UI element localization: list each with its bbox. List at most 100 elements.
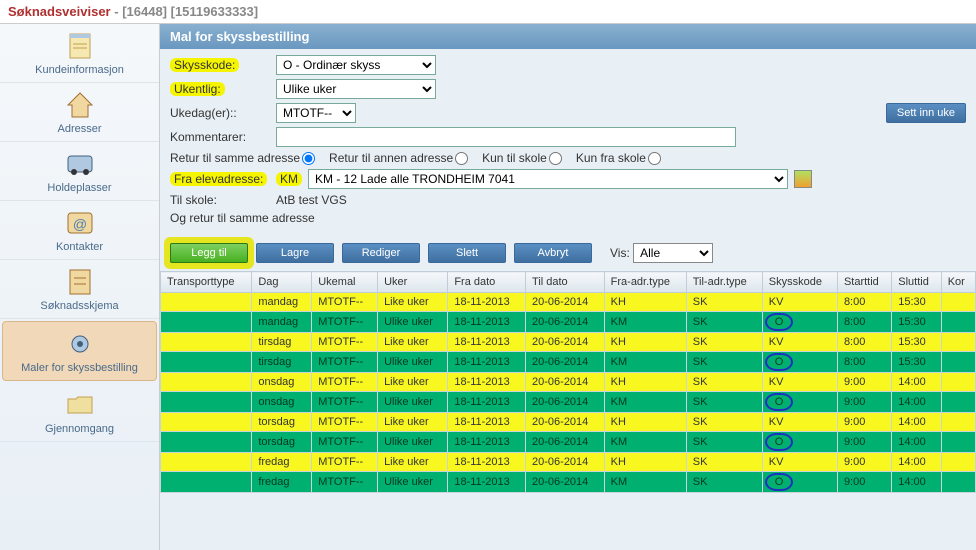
table-cell: torsdag: [252, 432, 312, 453]
table-cell: 14:00: [892, 413, 941, 432]
column-header[interactable]: Starttid: [837, 272, 891, 293]
table-cell: 9:00: [837, 413, 891, 432]
kommentarer-input[interactable]: [276, 127, 736, 147]
column-header[interactable]: Uker: [378, 272, 448, 293]
table-row[interactable]: torsdagMTOTF--Ulike uker18-11-201320-06-…: [161, 432, 976, 453]
ukentlig-select[interactable]: Ulike uker: [276, 79, 436, 99]
column-header[interactable]: Skysskode: [762, 272, 837, 293]
column-header[interactable]: Fra dato: [448, 272, 526, 293]
table-row[interactable]: tirsdagMTOTF--Like uker18-11-201320-06-2…: [161, 333, 976, 352]
avbryt-button[interactable]: Avbryt: [514, 243, 592, 263]
section-title: Mal for skyssbestilling: [160, 24, 976, 49]
column-header[interactable]: Dag: [252, 272, 312, 293]
circle-annotation: O: [765, 433, 794, 451]
sidebar-item-kundeinformasjon[interactable]: Kundeinformasjon: [0, 24, 159, 83]
notes-icon: [64, 30, 96, 62]
table-cell: mandag: [252, 312, 312, 333]
table-cell: 9:00: [837, 472, 891, 493]
column-header[interactable]: Kor: [941, 272, 975, 293]
table-cell: 8:00: [837, 352, 891, 373]
skysskode-select[interactable]: O - Ordinær skyss: [276, 55, 436, 75]
sidebar-item-soknadsskjema[interactable]: Søknadsskjema: [0, 260, 159, 319]
table-cell: Like uker: [378, 293, 448, 312]
og-retur-text: Og retur til samme adresse: [170, 211, 315, 225]
retur-radio-group: Retur til samme adresse Retur til annen …: [170, 151, 966, 165]
table-cell: [161, 373, 252, 392]
table-cell: 18-11-2013: [448, 472, 526, 493]
table-row[interactable]: torsdagMTOTF--Like uker18-11-201320-06-2…: [161, 413, 976, 432]
table-row[interactable]: fredagMTOTF--Like uker18-11-201320-06-20…: [161, 453, 976, 472]
legg-til-button[interactable]: Legg til: [170, 243, 248, 263]
sidebar-item-label: Holdeplasser: [47, 182, 111, 194]
header-ids: - [16448] [15119633333]: [114, 4, 258, 19]
radio-kun-fra-skole[interactable]: [648, 152, 661, 165]
table-cell: 20-06-2014: [526, 352, 605, 373]
table-cell: 9:00: [837, 453, 891, 472]
rediger-button[interactable]: Rediger: [342, 243, 420, 263]
table-cell: Ulike uker: [378, 432, 448, 453]
table-cell: KH: [604, 333, 686, 352]
slett-button[interactable]: Slett: [428, 243, 506, 263]
table-cell: Like uker: [378, 373, 448, 392]
vis-select[interactable]: Alle: [633, 243, 713, 263]
table-cell: 14:00: [892, 453, 941, 472]
table-cell: MTOTF--: [312, 472, 378, 493]
sidebar-item-adresser[interactable]: Adresser: [0, 83, 159, 142]
sidebar-item-holdeplasser[interactable]: Holdeplasser: [0, 142, 159, 201]
table-cell: Like uker: [378, 413, 448, 432]
table-cell: MTOTF--: [312, 293, 378, 312]
table-cell: 8:00: [837, 312, 891, 333]
table-cell: 18-11-2013: [448, 413, 526, 432]
sidebar-item-label: Gjennomgang: [45, 423, 114, 435]
table-cell: fredag: [252, 472, 312, 493]
sidebar-item-maler-skyssbestilling[interactable]: Maler for skyssbestilling: [2, 321, 157, 381]
table-row[interactable]: onsdagMTOTF--Like uker18-11-201320-06-20…: [161, 373, 976, 392]
table-cell: 20-06-2014: [526, 333, 605, 352]
table-row[interactable]: tirsdagMTOTF--Ulike uker18-11-201320-06-…: [161, 352, 976, 373]
table-cell: SK: [686, 413, 762, 432]
table-cell: 18-11-2013: [448, 352, 526, 373]
table-cell: KV: [762, 333, 837, 352]
table-cell: KM: [604, 472, 686, 493]
column-header[interactable]: Fra-adr.type: [604, 272, 686, 293]
table-cell: KV: [762, 293, 837, 312]
table-row[interactable]: fredagMTOTF--Ulike uker18-11-201320-06-2…: [161, 472, 976, 493]
sett-inn-uke-button[interactable]: Sett inn uke: [886, 103, 966, 123]
fra-elev-select[interactable]: KM - 12 Lade alle TRONDHEIM 7041: [308, 169, 788, 189]
fra-elev-prefix: KM: [276, 172, 302, 186]
map-icon[interactable]: [794, 170, 812, 188]
ukedager-select[interactable]: MTOTF--: [276, 103, 356, 123]
radio-retur-annen[interactable]: [455, 152, 468, 165]
sidebar-item-gjennomgang[interactable]: Gjennomgang: [0, 383, 159, 442]
gear-icon: [64, 328, 96, 360]
til-skole-value: AtB test VGS: [276, 193, 347, 207]
radio-retur-samme[interactable]: [302, 152, 315, 165]
column-header[interactable]: Ukemal: [312, 272, 378, 293]
table-cell: Like uker: [378, 453, 448, 472]
table-cell: 14:00: [892, 373, 941, 392]
table-row[interactable]: onsdagMTOTF--Ulike uker18-11-201320-06-2…: [161, 392, 976, 413]
table-row[interactable]: mandagMTOTF--Like uker18-11-201320-06-20…: [161, 293, 976, 312]
lagre-button[interactable]: Lagre: [256, 243, 334, 263]
table-cell: [941, 413, 975, 432]
table-cell: Ulike uker: [378, 472, 448, 493]
column-header[interactable]: Transporttype: [161, 272, 252, 293]
til-skole-label: Til skole:: [170, 193, 270, 207]
table-cell: 20-06-2014: [526, 453, 605, 472]
table-cell: 9:00: [837, 373, 891, 392]
table-cell: O: [762, 432, 837, 453]
table-row[interactable]: mandagMTOTF--Ulike uker18-11-201320-06-2…: [161, 312, 976, 333]
column-header[interactable]: Til dato: [526, 272, 605, 293]
column-header[interactable]: Sluttid: [892, 272, 941, 293]
table-cell: [941, 453, 975, 472]
sidebar-item-kontakter[interactable]: @ Kontakter: [0, 201, 159, 260]
radio-kun-til-skole[interactable]: [549, 152, 562, 165]
radio-retur-annen-label: Retur til annen adresse: [329, 151, 468, 165]
table-cell: [941, 373, 975, 392]
column-header[interactable]: Til-adr.type: [686, 272, 762, 293]
table-cell: [161, 472, 252, 493]
table-cell: 8:00: [837, 293, 891, 312]
table-cell: [941, 392, 975, 413]
table-cell: [161, 392, 252, 413]
table-cell: SK: [686, 373, 762, 392]
